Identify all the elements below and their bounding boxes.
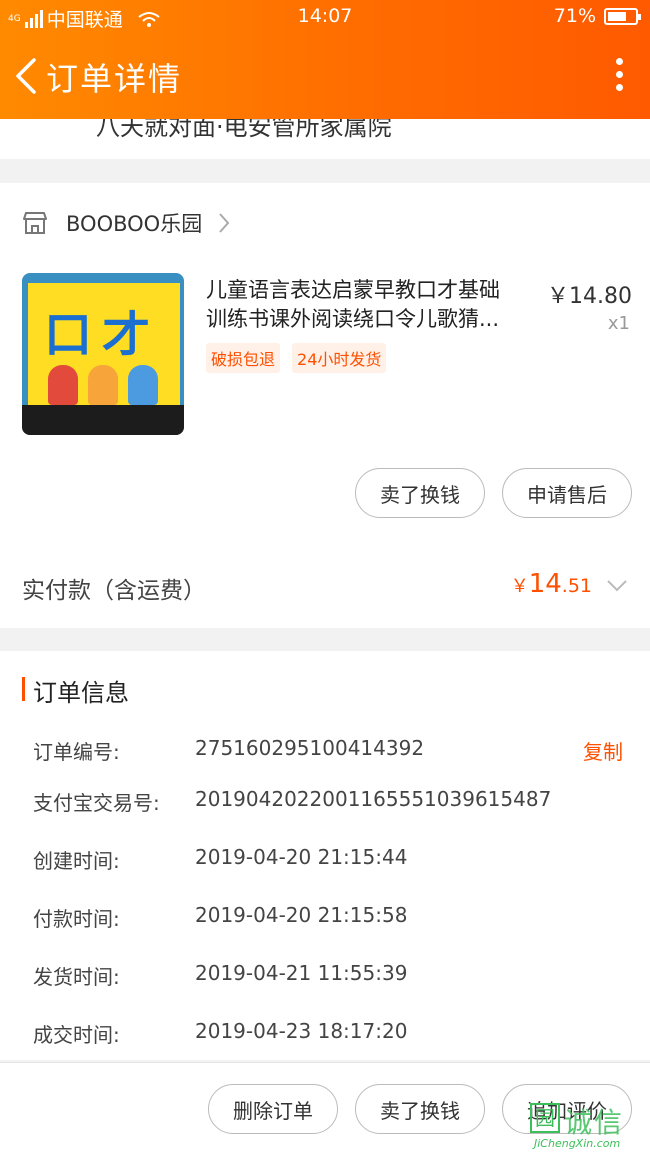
store-icon <box>23 212 47 234</box>
info-row-shipped: 发货时间: 2019-04-21 11:55:39 <box>33 961 633 991</box>
status-time: 14:07 <box>297 5 353 27</box>
product-title-line: 训练书课外阅读绕口令儿歌猜... <box>206 307 500 331</box>
product-price: ￥14.80 <box>547 284 632 309</box>
info-row-order-number: 订单编号: 275160295100414392 复制 <box>33 736 633 766</box>
bottom-action-bar: 删除订单 卖了换钱 追加评价 园 诚信 JiChengXin.com <box>0 1062 650 1155</box>
section-accent-bar <box>22 677 25 701</box>
chevron-right-icon <box>219 213 230 233</box>
app-header: 4G 中国联通 14:07 71% 订单详情 <box>0 0 650 119</box>
back-arrow-icon[interactable] <box>12 56 42 96</box>
sell-for-cash-button[interactable]: 卖了换钱 <box>355 1084 485 1134</box>
cover-figure <box>88 365 118 405</box>
product-quantity: x1 <box>607 313 630 334</box>
info-label: 付款时间: <box>33 907 120 931</box>
watermark-box: 园 <box>530 1103 560 1133</box>
more-menu-icon[interactable] <box>614 58 624 94</box>
sell-for-cash-button[interactable]: 卖了换钱 <box>355 468 485 518</box>
product-image[interactable]: 口才 <box>22 273 184 435</box>
order-info-card: 订单信息 订单编号: 275160295100414392 复制 支付宝交易号:… <box>0 651 650 1060</box>
status-right: 71% <box>553 5 641 27</box>
cover-shadow <box>22 405 184 435</box>
info-label: 发货时间: <box>33 965 120 989</box>
copy-button[interactable]: 复制 <box>583 736 623 765</box>
product-title[interactable]: 儿童语言表达启蒙早教口才基础 训练书课外阅读绕口令儿歌猜... <box>206 276 536 334</box>
order-item-card: BOOBOO乐园 口才 儿童语言表达启蒙早教口才基础 训练书课外阅读绕口令儿歌猜… <box>0 183 650 628</box>
page-title: 订单详情 <box>46 60 183 98</box>
info-row-created: 创建时间: 2019-04-20 21:15:44 <box>33 845 633 875</box>
currency-symbol: ￥ <box>510 576 529 597</box>
info-row-paid: 付款时间: 2019-04-20 21:15:58 <box>33 903 633 933</box>
info-label: 创建时间: <box>33 849 120 873</box>
info-value: 2019-04-20 21:15:44 <box>195 845 408 869</box>
battery-percent: 71% <box>553 5 596 27</box>
shop-row[interactable]: BOOBOO乐园 <box>22 205 230 241</box>
info-row-alipay-number: 支付宝交易号: 2019042022001165551039615487 <box>33 787 633 817</box>
service-tag: 24小时发货 <box>292 343 387 373</box>
info-value: 275160295100414392 <box>195 736 425 760</box>
info-label: 订单编号: <box>33 740 120 764</box>
address-card-partial: 八天就对面·电安管所家属院 <box>0 119 650 159</box>
product-title-line: 儿童语言表达启蒙早教口才基础 <box>206 278 500 302</box>
info-label: 支付宝交易号: <box>33 791 160 815</box>
payment-amount: ￥14.51 <box>511 569 592 599</box>
after-sale-button[interactable]: 申请售后 <box>502 468 632 518</box>
watermark-logo: 园 诚信 JiChengXin.com <box>530 1099 642 1151</box>
address-text: 八天就对面·电安管所家属院 <box>96 119 392 141</box>
payment-label: 实付款（含运费） <box>22 578 206 604</box>
status-bar: 4G 中国联通 14:07 71% <box>0 0 650 34</box>
watermark-sub: JiChengXin.com <box>534 1137 621 1150</box>
amount-decimal: .51 <box>561 575 592 597</box>
info-row-completed: 成交时间: 2019-04-23 18:17:20 <box>33 1019 633 1049</box>
info-value: 2019042022001165551039615487 <box>195 787 552 811</box>
section-title: 订单信息 <box>33 679 129 707</box>
watermark-text: 诚信 <box>564 1106 625 1139</box>
amount-integer: 14 <box>528 569 562 599</box>
chevron-down-icon[interactable] <box>606 579 628 593</box>
info-label: 成交时间: <box>33 1023 120 1047</box>
nav-bar: 订单详情 <box>0 40 650 112</box>
battery-icon <box>604 7 641 25</box>
delete-order-button[interactable]: 删除订单 <box>208 1084 338 1134</box>
cover-figure <box>128 365 158 405</box>
info-value: 2019-04-20 21:15:58 <box>195 903 408 927</box>
cover-figure <box>48 365 78 405</box>
service-tags: 破损包退 24小时发货 <box>206 343 387 373</box>
book-cover: 口才 <box>28 283 180 413</box>
shop-name: BOOBOO乐园 <box>66 212 203 236</box>
info-value: 2019-04-21 11:55:39 <box>195 961 408 985</box>
service-tag: 破损包退 <box>206 343 281 373</box>
book-cover-title: 口才 <box>44 307 161 363</box>
info-value: 2019-04-23 18:17:20 <box>195 1019 408 1043</box>
